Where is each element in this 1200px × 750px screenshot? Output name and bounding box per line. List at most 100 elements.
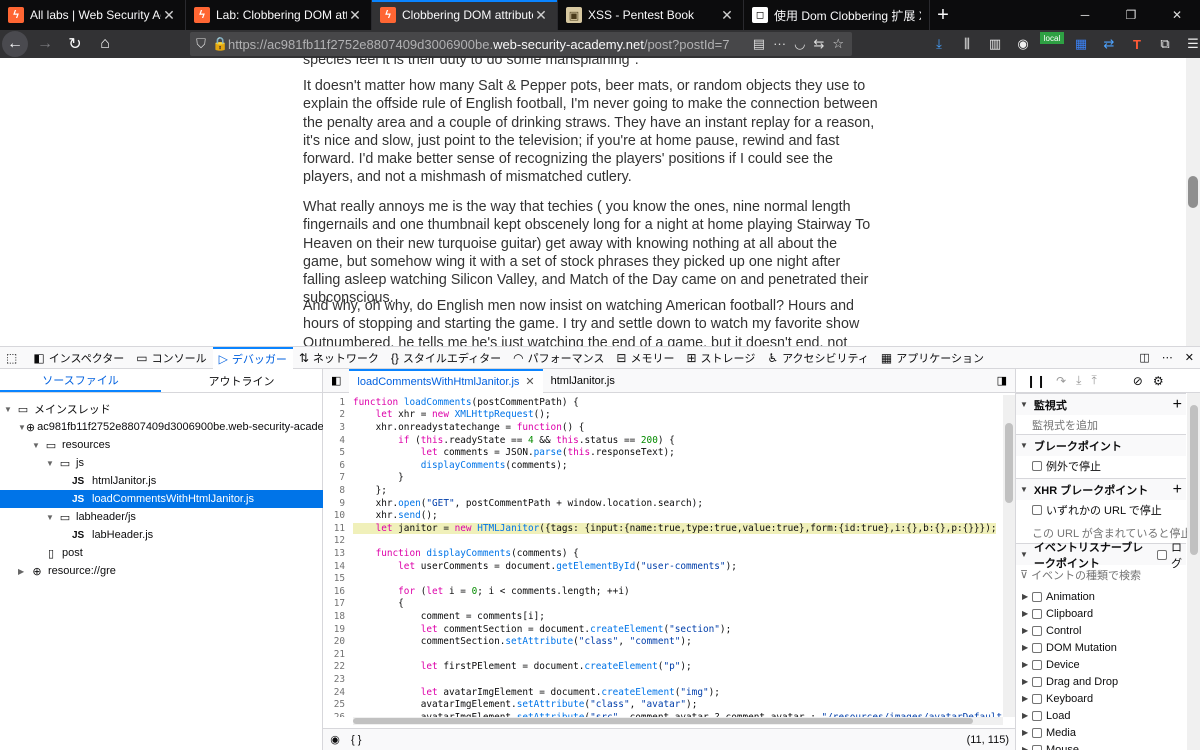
code-line[interactable]: 21: [323, 648, 1003, 661]
tree-item-labheader-js[interactable]: ▼ ▭ labheader/js: [0, 508, 323, 526]
devtools-tab-debugger[interactable]: ▷ デバッガー: [212, 346, 293, 369]
line-number[interactable]: 18: [323, 611, 345, 622]
line-number[interactable]: 7: [323, 472, 345, 483]
element-picker-button[interactable]: ⬚: [0, 347, 27, 369]
scroll-thumb[interactable]: [1190, 405, 1198, 555]
devtools-tab-console[interactable]: ▭ コンソール: [130, 347, 212, 369]
tree-item-resources[interactable]: ▼ ▭ resources: [0, 436, 323, 454]
code-line[interactable]: 23: [323, 673, 1003, 686]
close-tab-icon[interactable]: ✕: [161, 7, 177, 24]
checkbox[interactable]: [1032, 676, 1042, 687]
pause-icon[interactable]: ❙❙: [1026, 374, 1046, 388]
code-line[interactable]: 4 if (this.readyState == 4 && this.statu…: [323, 434, 1003, 447]
section-breakpoints[interactable]: ▼ ブレークポイント: [1016, 434, 1186, 456]
code-line[interactable]: 17 {: [323, 598, 1003, 611]
line-number[interactable]: 10: [323, 510, 345, 521]
checkbox[interactable]: [1032, 710, 1042, 721]
translate-ext-icon[interactable]: ⇄: [1098, 32, 1120, 56]
tree-item-loadcomments[interactable]: JS loadCommentsWithHtmlJanitor.js: [0, 490, 323, 508]
devtools-tab-inspector[interactable]: ◧ インスペクター: [27, 347, 130, 369]
code-editor[interactable]: 1 function loadComments(postCommentPath) …: [323, 395, 1003, 717]
line-number[interactable]: 26: [323, 712, 345, 717]
event-category-device[interactable]: ▶ Device: [1016, 656, 1186, 673]
line-number[interactable]: 14: [323, 561, 345, 572]
tree-item-domain[interactable]: ▼ ⊕ ac981fb11f2752e8807409d3006900be.web-s…: [0, 418, 356, 436]
home-button[interactable]: ⌂: [92, 31, 118, 57]
line-number[interactable]: 22: [323, 661, 345, 672]
tree-item-post[interactable]: ▯ post: [0, 544, 323, 562]
line-number[interactable]: 15: [323, 573, 345, 584]
checkbox[interactable]: [1032, 693, 1042, 704]
line-number[interactable]: 8: [323, 485, 345, 496]
extension-badge[interactable]: local: [1040, 32, 1064, 44]
checkbox[interactable]: [1032, 608, 1042, 619]
event-category-mouse[interactable]: ▶ Mouse: [1016, 741, 1186, 750]
lock-icon[interactable]: 🔒: [212, 36, 228, 52]
close-tab-icon[interactable]: ✕: [719, 7, 735, 24]
devtools-menu-icon[interactable]: ⋯: [1156, 347, 1179, 369]
back-button[interactable]: ←: [2, 31, 28, 57]
checkbox[interactable]: [1032, 744, 1042, 750]
checkbox[interactable]: [1032, 591, 1042, 602]
event-category-media[interactable]: ▶ Media: [1016, 724, 1186, 741]
reader-view-icon[interactable]: ▤: [753, 36, 765, 52]
line-number[interactable]: 21: [323, 649, 345, 660]
devtools-close-icon[interactable]: ✕: [1179, 347, 1200, 369]
tree-item-main-thread[interactable]: ▼ ▭ メインスレッド: [0, 400, 323, 418]
code-line[interactable]: 18 comment = comments[i];: [323, 610, 1003, 623]
pocket-icon[interactable]: ◡: [794, 36, 805, 52]
add-xhr-breakpoint-icon[interactable]: +: [1173, 481, 1182, 499]
checkbox[interactable]: [1032, 460, 1042, 471]
checkbox[interactable]: [1032, 504, 1042, 515]
line-number[interactable]: 5: [323, 447, 345, 458]
tree-item-htmljanitor[interactable]: JS htmlJanitor.js: [0, 472, 323, 490]
checkbox[interactable]: [1032, 642, 1042, 653]
line-number[interactable]: 11: [323, 523, 345, 534]
tab-xss-pentest-book[interactable]: ▣ XSS - Pentest Book ✕: [558, 0, 744, 30]
line-number[interactable]: 3: [323, 422, 345, 433]
toggle-debug-panel-icon[interactable]: ◨: [989, 369, 1015, 393]
step-in-icon[interactable]: ⤓: [1076, 373, 1081, 388]
line-number[interactable]: 19: [323, 624, 345, 635]
reload-button[interactable]: ↻: [62, 31, 88, 57]
code-line[interactable]: 25 avatarImgElement.setAttribute("class"…: [323, 698, 1003, 711]
close-window-icon[interactable]: ✕: [1154, 0, 1200, 30]
tab-clobbering-attributes[interactable]: ϟ Clobbering DOM attributes to b ✕: [372, 0, 558, 30]
event-filter-input[interactable]: ⊽ イベントの種類で検索: [1016, 566, 1186, 583]
code-line[interactable]: 7 }: [323, 472, 1003, 485]
checkbox[interactable]: [1032, 625, 1042, 636]
log-checkbox[interactable]: [1157, 549, 1168, 560]
section-event-listener-breakpoints[interactable]: ▼ イベントリスナーブレークポイント ログ: [1016, 542, 1186, 570]
close-editor-tab-icon[interactable]: ✕: [525, 375, 534, 388]
line-number[interactable]: 1: [323, 397, 345, 408]
devtools-tab-network[interactable]: ⇅ ネットワーク: [293, 347, 385, 369]
code-line[interactable]: 1 function loadComments(postCommentPath) …: [323, 396, 1003, 409]
line-number[interactable]: 24: [323, 687, 345, 698]
code-line[interactable]: 15: [323, 572, 1003, 585]
tab-lab-clobbering[interactable]: ϟ Lab: Clobbering DOM attribute ✕: [186, 0, 372, 30]
code-line[interactable]: 5 let comments = JSON.parse(this.respons…: [323, 446, 1003, 459]
editor-horizontal-scrollbar[interactable]: [353, 717, 1003, 725]
step-out-icon[interactable]: ⤒: [1091, 373, 1096, 388]
event-category-keyboard[interactable]: ▶ Keyboard: [1016, 690, 1186, 707]
code-line[interactable]: 11 let janitor = new HTMLJanitor({tags: …: [323, 522, 1003, 535]
close-tab-icon[interactable]: ✕: [347, 7, 363, 24]
event-category-control[interactable]: ▶ Control: [1016, 622, 1186, 639]
line-number[interactable]: 17: [323, 598, 345, 609]
event-category-clipboard[interactable]: ▶ Clipboard: [1016, 605, 1186, 622]
tab-source-files[interactable]: ソースファイル: [0, 369, 161, 392]
minimize-icon[interactable]: ─: [1062, 0, 1108, 30]
line-number[interactable]: 20: [323, 636, 345, 647]
event-category-dom-mutation[interactable]: ▶ DOM Mutation: [1016, 639, 1186, 656]
extensions-icon[interactable]: ⧉: [1154, 32, 1176, 56]
devtools-tab-performance[interactable]: ◠ パフォーマンス: [507, 347, 610, 369]
account-icon[interactable]: ◉: [1012, 32, 1034, 56]
line-number[interactable]: 2: [323, 409, 345, 420]
code-line[interactable]: 2 let xhr = new XMLHttpRequest();: [323, 409, 1003, 422]
watch-placeholder[interactable]: 監視式を追加: [1016, 416, 1186, 433]
scroll-thumb[interactable]: [1005, 423, 1013, 503]
tab-outline[interactable]: アウトライン: [161, 369, 322, 392]
tab-dom-clobbering-zh[interactable]: ◻ 使用 Dom Clobbering 扩展 XSS - Ze: [744, 0, 930, 30]
code-line[interactable]: 20 commentSection.setAttribute("class", …: [323, 635, 1003, 648]
code-line[interactable]: 14 let userComments = document.getElemen…: [323, 560, 1003, 573]
